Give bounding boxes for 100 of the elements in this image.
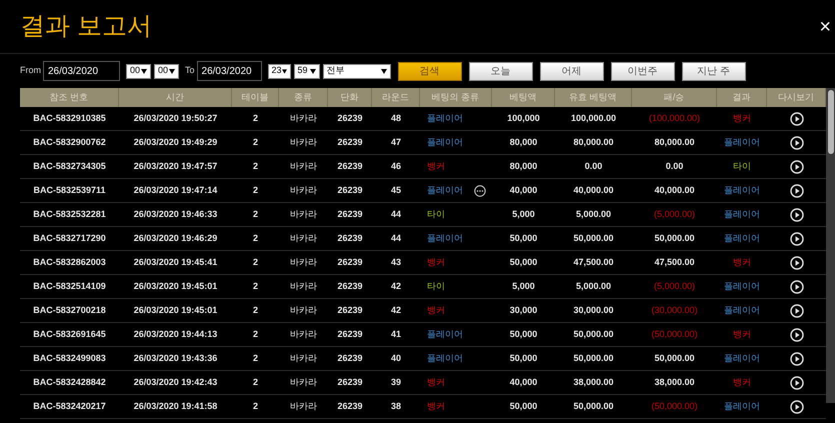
table-cell-text: 26/03/2020 19:47:57 bbox=[134, 160, 218, 173]
table-cell-text: 뱅커 bbox=[733, 112, 751, 125]
date-field[interactable]: 26/03/2020 bbox=[43, 61, 120, 81]
play-icon[interactable] bbox=[790, 160, 804, 174]
caret-icon bbox=[380, 68, 387, 74]
play-icon[interactable] bbox=[790, 232, 804, 246]
table-cell-text: 타이 bbox=[733, 160, 751, 173]
table-cell-text: 26239 bbox=[337, 232, 363, 245]
table-cell-text: 뱅커 bbox=[733, 376, 751, 389]
table-cell-text: 바카라 bbox=[290, 376, 317, 389]
table-cell-text: 26239 bbox=[337, 376, 363, 389]
table-cell-text: 바카라 bbox=[290, 352, 317, 365]
play-icon[interactable] bbox=[790, 376, 804, 390]
dropdown[interactable]: 00 bbox=[154, 64, 179, 78]
table-cell-text: BAC-5832734305 bbox=[33, 160, 106, 173]
table-cell-text: 26239 bbox=[337, 352, 363, 365]
table-cell-text: 50,000 bbox=[510, 256, 538, 269]
table-cell-text: BAC-5832420217 bbox=[33, 400, 106, 413]
play-icon[interactable] bbox=[790, 304, 804, 318]
dropdown[interactable]: 전부 bbox=[322, 64, 391, 78]
table-cell-text: 26239 bbox=[337, 304, 363, 317]
table-cell-text: 26/03/2020 19:47:14 bbox=[134, 184, 218, 197]
date-range-button[interactable]: 오늘 bbox=[468, 62, 533, 80]
table-cell-text: 26239 bbox=[337, 400, 363, 413]
table-cell-text: 바카라 bbox=[290, 256, 317, 269]
table-cell-text: 26239 bbox=[337, 208, 363, 221]
play-icon[interactable] bbox=[790, 400, 804, 414]
table-cell-text: 2 bbox=[252, 328, 258, 341]
table-cell-text: 26/03/2020 19:44:13 bbox=[134, 328, 218, 341]
table-cell-text: 100,000.00 bbox=[570, 112, 616, 125]
column-header: 결과 bbox=[717, 88, 767, 107]
play-icon[interactable] bbox=[790, 352, 804, 366]
caret-icon bbox=[141, 68, 147, 74]
table-cell-text: 2 bbox=[252, 256, 258, 269]
close-button[interactable]: × bbox=[819, 16, 831, 36]
more-icon[interactable] bbox=[474, 184, 486, 196]
table-cell-text: 5,000 bbox=[512, 280, 535, 293]
table-cell-text: 뱅커 bbox=[733, 328, 751, 341]
column-header: 베팅의 종류 bbox=[420, 88, 492, 107]
caret-icon bbox=[282, 68, 287, 74]
table-cell-text: 2 bbox=[252, 280, 258, 293]
table-cell-text: 5,000.00 bbox=[576, 208, 612, 221]
table-cell-text: 26/03/2020 19:46:29 bbox=[134, 232, 218, 245]
table-cell-text: 41 bbox=[390, 328, 401, 341]
table-cell-text: 플레이어 bbox=[427, 112, 463, 125]
table-cell-text: 플레이어 bbox=[724, 280, 760, 293]
play-icon[interactable] bbox=[790, 208, 804, 222]
column-header: 패/승 bbox=[632, 88, 717, 107]
table-cell-text: 5,000.00 bbox=[576, 280, 612, 293]
table-cell-text: 100,000 bbox=[507, 112, 540, 125]
table-cell-text: (50,000.00) bbox=[651, 400, 698, 413]
table-cell-text: 26/03/2020 19:45:41 bbox=[134, 256, 218, 269]
table-cell-text: 50,000.00 bbox=[654, 352, 695, 365]
table-cell-text: 바카라 bbox=[290, 112, 317, 125]
table-cell-text: 바카라 bbox=[290, 304, 317, 317]
play-icon[interactable] bbox=[790, 112, 804, 126]
table-cell-text: 플레이어 bbox=[724, 400, 760, 413]
table-cell-text: 26239 bbox=[337, 112, 363, 125]
table-cell-text: 플레이어 bbox=[724, 184, 760, 197]
table-cell-text: 80,000 bbox=[510, 136, 538, 149]
table-cell-text: 26/03/2020 19:42:43 bbox=[134, 376, 218, 389]
dropdown[interactable]: 59 bbox=[294, 64, 320, 78]
table-cell-text: 플레이어 bbox=[427, 352, 463, 365]
table-cell-text: (100,000.00) bbox=[648, 112, 700, 125]
column-header: 참조 번호 bbox=[20, 88, 119, 107]
table-cell-text: 26/03/2020 19:49:29 bbox=[134, 136, 218, 149]
table-cell-text: 2 bbox=[252, 184, 258, 197]
table-cell-text: 플레이어 bbox=[724, 352, 760, 365]
table-cell-text: 50,000 bbox=[510, 328, 538, 341]
table-cell-text: BAC-5832691645 bbox=[33, 328, 106, 341]
table-cell-text: 2 bbox=[252, 352, 258, 365]
date-range-button[interactable]: 어제 bbox=[540, 62, 604, 80]
table-cell-text: 40,000 bbox=[510, 376, 538, 389]
table-cell-text: 26/03/2020 19:46:33 bbox=[134, 208, 218, 221]
play-icon[interactable] bbox=[790, 328, 804, 342]
date-range-button[interactable]: 이번주 bbox=[610, 62, 675, 80]
to-label: To bbox=[185, 64, 195, 78]
date-field[interactable]: 26/03/2020 bbox=[196, 61, 262, 81]
table-cell-text: 26/03/2020 19:45:01 bbox=[134, 280, 218, 293]
table-cell-text: 뱅커 bbox=[733, 256, 751, 269]
dropdown[interactable]: 23 bbox=[268, 64, 291, 78]
search-button[interactable]: 검색 bbox=[398, 62, 462, 80]
date-range-button[interactable]: 지난 주 bbox=[682, 62, 746, 80]
play-icon[interactable] bbox=[790, 280, 804, 294]
play-icon[interactable] bbox=[790, 184, 804, 198]
table-cell-text: 40,000 bbox=[510, 184, 538, 197]
table-cell-text: 50,000 bbox=[510, 400, 538, 413]
table-cell-text: BAC-5832717290 bbox=[33, 232, 106, 245]
play-icon[interactable] bbox=[790, 256, 804, 270]
table-cell-text: BAC-5832900762 bbox=[33, 136, 106, 149]
table-cell-text: 바카라 bbox=[290, 400, 317, 413]
table-cell-text: 뱅커 bbox=[427, 256, 445, 269]
table-cell-text: 플레이어 bbox=[724, 136, 760, 149]
table-cell-text: 2 bbox=[252, 136, 258, 149]
dropdown[interactable]: 00 bbox=[126, 64, 151, 78]
table-cell-text: (30,000.00) bbox=[651, 304, 698, 317]
table-cell-text: 50,000 bbox=[510, 232, 538, 245]
play-icon[interactable] bbox=[790, 136, 804, 150]
table-cell-text: (50,000.00) bbox=[651, 328, 698, 341]
scrollbar[interactable] bbox=[826, 88, 835, 403]
